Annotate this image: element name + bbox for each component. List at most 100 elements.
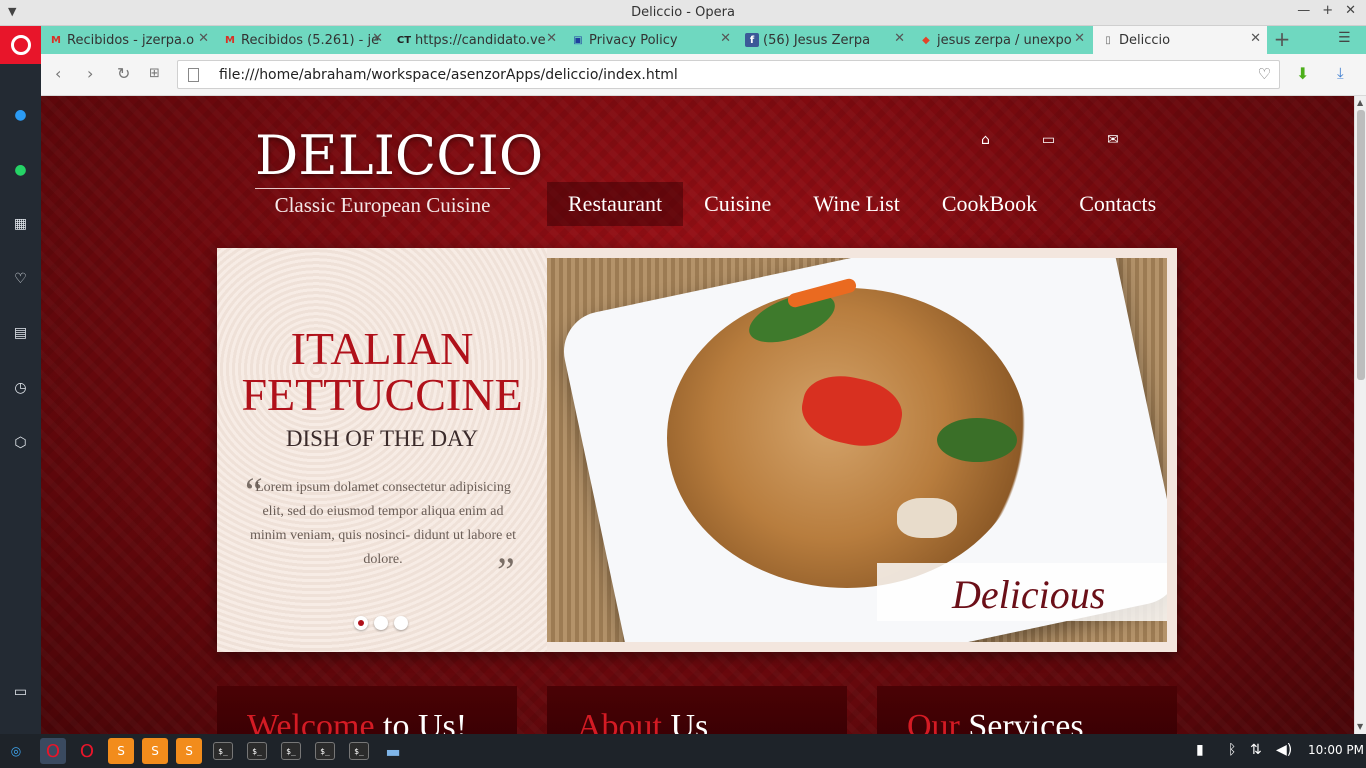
services-box: Our Services (877, 686, 1177, 734)
opera-sidebar: ● ● ▦ ♡ ▤ ◷ ⬡ ▭ (0, 64, 41, 734)
address-toolbar: ‹ › ↻ ⊞ file:///home/abraham/workspace/a… (41, 54, 1366, 96)
tab-close-icon[interactable]: ✕ (546, 31, 557, 46)
minimize-icon[interactable]: — (1297, 3, 1310, 18)
battery-icon[interactable]: ▮ (1196, 742, 1204, 758)
opera-taskbar-icon[interactable]: O (40, 738, 66, 764)
slider-dot[interactable] (394, 616, 408, 630)
site-logo[interactable]: DELICCIO Classic European Cuisine (255, 124, 544, 218)
nav-item-restaurant[interactable]: Restaurant (547, 182, 684, 226)
gitlab-icon: ◆ (922, 34, 930, 46)
main-nav: Restaurant Cuisine Wine List CookBook Co… (547, 182, 1177, 226)
home-icon[interactable]: ⌂ (981, 132, 990, 148)
extensions-icon[interactable]: ⬡ (10, 432, 31, 453)
speed-dial-icon[interactable]: ▦ (10, 213, 31, 234)
dish-title-line1: ITALIAN (290, 323, 474, 374)
url-text[interactable]: file:///home/abraham/workspace/asenzorAp… (219, 67, 678, 83)
gmail-icon: M (51, 34, 61, 46)
dish-title-line2: FETTUCCINE (241, 369, 523, 420)
bookmark-heart-icon[interactable]: ♡ (1258, 65, 1271, 83)
tab[interactable]: f (56) Jesus Zerpa ✕ (737, 26, 911, 54)
terminal-icon[interactable]: $_ (349, 742, 369, 760)
folder-icon[interactable]: ▬ (380, 738, 406, 764)
tab-close-icon[interactable]: ✕ (1074, 31, 1085, 46)
slider-dots (354, 616, 408, 630)
photo-caption: Delicious (877, 563, 1167, 621)
tab-close-icon[interactable]: ✕ (198, 31, 209, 46)
tab-close-icon[interactable]: ✕ (720, 31, 731, 46)
terminal-icon[interactable]: $_ (247, 742, 267, 760)
dish-description: Lorem ipsum dolamet consectetur adipisic… (250, 480, 516, 567)
slider-dot[interactable] (374, 616, 388, 630)
tab[interactable]: M Recibidos - jzerpa.o ✕ (41, 26, 215, 54)
sitemap-icon[interactable]: ▭ (1042, 132, 1055, 148)
url-input[interactable]: file:///home/abraham/workspace/asenzorAp… (177, 60, 1280, 89)
tab[interactable]: ◆ jesus zerpa / unexpo ✕ (911, 26, 1091, 54)
opera-menu-button[interactable] (0, 26, 41, 64)
slide-text-panel: ITALIAN FETTUCCINE DISH OF THE DAY “ Lor… (217, 248, 547, 652)
box-title: Our Services (907, 708, 1084, 734)
tab-active[interactable]: ▯ Deliccio ✕ (1093, 26, 1267, 54)
box-title: About Us (577, 708, 709, 734)
brand-name: DELICCIO (255, 124, 544, 187)
sublime-icon[interactable]: S (108, 738, 134, 764)
brand-tagline: Classic European Cuisine (274, 193, 491, 217)
dish-subtitle: DISH OF THE DAY (285, 426, 479, 451)
scrollbar-thumb[interactable] (1357, 110, 1365, 380)
whatsapp-icon[interactable]: ● (10, 159, 31, 180)
gmail-icon: M (225, 34, 235, 46)
page-icon (188, 68, 199, 82)
nav-item-cookbook[interactable]: CookBook (921, 182, 1058, 226)
messenger-icon[interactable]: ● (10, 104, 31, 125)
logo-divider (255, 188, 510, 189)
mail-icon[interactable]: ✉ (1107, 132, 1119, 148)
bookmarks-icon[interactable]: ♡ (10, 268, 31, 289)
network-icon[interactable]: ⇅ (1250, 742, 1262, 758)
app-menu-icon[interactable]: ◎ (3, 738, 29, 764)
close-window-icon[interactable]: ✕ (1345, 3, 1356, 18)
history-icon[interactable]: ◷ (10, 377, 31, 398)
maximize-icon[interactable]: + (1322, 3, 1333, 18)
nav-item-wine-list[interactable]: Wine List (792, 182, 921, 226)
tab-close-icon[interactable]: ✕ (372, 31, 383, 46)
ct-icon: CT (396, 34, 412, 46)
tabs-grid-icon[interactable]: ⊞ (149, 66, 160, 81)
slider-dot[interactable] (354, 616, 368, 630)
dish-title: ITALIAN FETTUCCINE (217, 326, 547, 418)
sidebar-toggle-icon[interactable]: ▭ (10, 681, 31, 702)
sublime-icon[interactable]: S (142, 738, 168, 764)
download-icon[interactable]: ⬇ (1296, 64, 1309, 83)
site-favicon-icon: ▣ (573, 34, 583, 46)
terminal-icon[interactable]: $_ (213, 742, 233, 760)
volume-icon[interactable]: ◀) (1276, 742, 1292, 758)
tab-label: Deliccio (1119, 32, 1171, 48)
scroll-down-icon[interactable]: ▼ (1357, 722, 1363, 731)
nav-item-contacts[interactable]: Contacts (1058, 182, 1177, 226)
nav-item-cuisine[interactable]: Cuisine (683, 182, 792, 226)
scroll-up-icon[interactable]: ▲ (1357, 98, 1363, 107)
bluetooth-icon[interactable]: ᛒ (1228, 742, 1236, 758)
tab-menu-icon[interactable]: ☰ (1338, 30, 1351, 46)
tab-close-icon[interactable]: ✕ (894, 31, 905, 46)
new-tab-button[interactable]: + (1270, 26, 1294, 54)
page-icon: ▯ (1105, 34, 1111, 46)
clock[interactable]: 10:00 PM (1308, 743, 1364, 757)
tab[interactable]: ▣ Privacy Policy ✕ (563, 26, 737, 54)
terminal-icon[interactable]: $_ (315, 742, 335, 760)
tab[interactable]: M Recibidos (5.261) - je ✕ (215, 26, 389, 54)
opera-taskbar-icon[interactable]: O (74, 738, 100, 764)
sublime-icon[interactable]: S (176, 738, 202, 764)
opera-logo-icon (10, 35, 31, 55)
tab[interactable]: CT https://candidato.ve ✕ (389, 26, 563, 54)
greens-shape (937, 418, 1017, 462)
back-icon[interactable]: ‹ (55, 64, 61, 83)
forward-icon[interactable]: › (87, 64, 93, 83)
page-scrollbar[interactable]: ▲ ▼ (1354, 96, 1366, 734)
reload-icon[interactable]: ↻ (117, 64, 130, 83)
photo-caption-text: Delicious (952, 572, 1106, 617)
tab-label: jesus zerpa / unexpo (937, 32, 1072, 48)
taskbar: ◎ O O S S S $_ $_ $_ $_ $_ ▬ ▮ ᛒ ⇅ ◀) 10… (0, 734, 1366, 768)
news-icon[interactable]: ▤ (10, 322, 31, 343)
downloads-panel-icon[interactable]: ⤓ (1337, 64, 1344, 82)
terminal-icon[interactable]: $_ (281, 742, 301, 760)
tab-close-icon[interactable]: ✕ (1250, 31, 1261, 46)
